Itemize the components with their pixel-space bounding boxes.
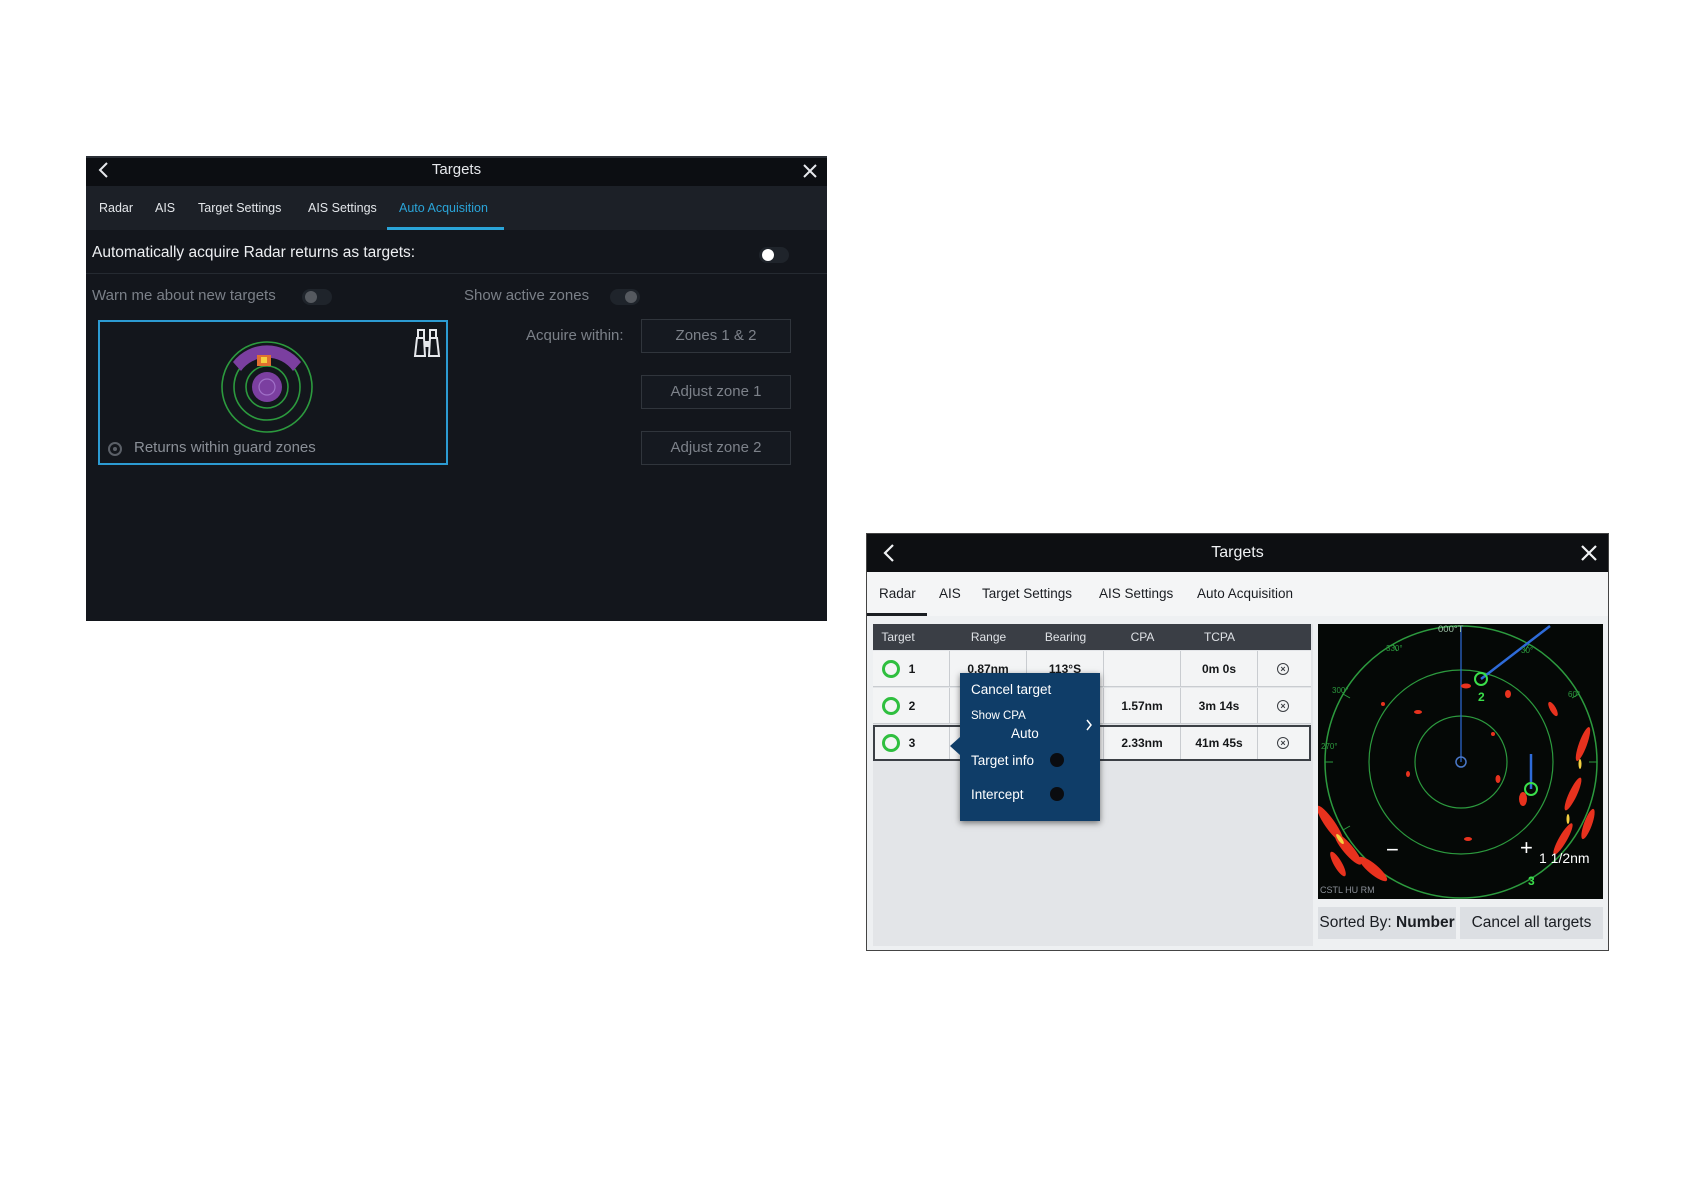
radar-target-label: 2 bbox=[1478, 690, 1485, 704]
tab-auto-acquisition[interactable]: Auto Acquisition bbox=[1197, 572, 1293, 616]
target-cpa bbox=[1104, 651, 1180, 687]
cancel-all-targets-button[interactable]: Cancel all targets bbox=[1460, 907, 1603, 939]
target-tcpa: 3m 14s bbox=[1198, 699, 1240, 713]
auto-acquire-label: Automatically acquire Radar returns as t… bbox=[92, 244, 416, 261]
tab-ais[interactable]: AIS bbox=[155, 186, 175, 230]
tab-ais-settings[interactable]: AIS Settings bbox=[308, 186, 377, 230]
cancel-target-icon[interactable]: × bbox=[1277, 663, 1289, 675]
acquire-within-label: Acquire within: bbox=[526, 327, 624, 344]
target-ring-icon bbox=[882, 734, 900, 752]
target-number: 3 bbox=[908, 736, 916, 750]
range-label: 1 1/2nm bbox=[1539, 850, 1590, 866]
warn-new-targets-label: Warn me about new targets bbox=[92, 287, 276, 304]
close-icon[interactable] bbox=[802, 163, 818, 179]
binoculars-icon[interactable] bbox=[411, 326, 443, 360]
auto-acquisition-dialog: Targets Radar AIS Target Settings AIS Se… bbox=[86, 156, 827, 621]
zoom-in-button[interactable]: + bbox=[1520, 837, 1533, 859]
target-number: 2 bbox=[908, 699, 916, 713]
target-context-menu: Cancel target Show CPA Auto Target info … bbox=[950, 673, 1100, 821]
divider bbox=[86, 273, 827, 274]
guard-zone-diagram bbox=[221, 341, 313, 433]
warn-new-targets-toggle[interactable] bbox=[302, 289, 332, 305]
column-header-bearing: Bearing bbox=[1044, 630, 1087, 644]
cancel-target-icon[interactable]: × bbox=[1277, 737, 1289, 749]
toggle-knob bbox=[305, 291, 317, 303]
column-header-tcpa: TCPA bbox=[1203, 630, 1236, 644]
bearing-label: 30° bbox=[1521, 646, 1534, 655]
adjust-zone-1-button[interactable]: Adjust zone 1 bbox=[641, 375, 791, 409]
close-icon[interactable] bbox=[1580, 544, 1598, 562]
tab-auto-acquisition[interactable]: Auto Acquisition bbox=[399, 186, 488, 230]
chevron-right-icon bbox=[1086, 719, 1092, 731]
show-active-zones-label: Show active zones bbox=[464, 287, 590, 304]
target-tcpa: 41m 45s bbox=[1195, 736, 1243, 750]
dialog-title: Targets bbox=[1211, 544, 1264, 561]
column-header-range: Range bbox=[970, 630, 1007, 644]
guard-zones-label: Returns within guard zones bbox=[134, 439, 316, 456]
bearing-label: 60° bbox=[1568, 690, 1581, 699]
show-cpa-value: Auto bbox=[1011, 726, 1039, 741]
bearing-label: 300° bbox=[1332, 686, 1349, 695]
active-tab-indicator bbox=[387, 227, 504, 230]
column-header-target: Target bbox=[881, 630, 915, 644]
tab-radar[interactable]: Radar bbox=[99, 186, 133, 230]
intercept-toggle[interactable] bbox=[1050, 787, 1064, 801]
adjust-zone-2-button[interactable]: Adjust zone 2 bbox=[641, 431, 791, 465]
radar-targets-dialog: Targets Radar AIS Target Settings AIS Se… bbox=[866, 533, 1609, 951]
tab-target-settings[interactable]: Target Settings bbox=[198, 186, 281, 230]
tab-radar[interactable]: Radar bbox=[879, 572, 916, 616]
bearing-label: 330° bbox=[1386, 644, 1403, 653]
menu-item-target-info[interactable]: Target info bbox=[971, 753, 1034, 768]
sorted-by-label: Sorted By: bbox=[1319, 914, 1392, 931]
target-info-toggle[interactable] bbox=[1050, 753, 1064, 767]
show-active-zones-toggle[interactable] bbox=[610, 289, 640, 305]
radar-mode-label: CSTL HU RM bbox=[1320, 885, 1375, 895]
menu-pointer bbox=[950, 737, 960, 755]
active-tab-indicator bbox=[867, 613, 927, 616]
menu-item-cancel-target[interactable]: Cancel target bbox=[971, 682, 1051, 697]
target-tcpa: 0m 0s bbox=[1201, 662, 1237, 676]
target-ring-icon bbox=[882, 697, 900, 715]
zoom-out-button[interactable]: − bbox=[1386, 839, 1399, 861]
toggle-knob bbox=[625, 291, 637, 303]
tab-ais[interactable]: AIS bbox=[939, 572, 961, 616]
bearing-label: 270° bbox=[1321, 742, 1338, 751]
heading-label: 000°T bbox=[1438, 624, 1464, 635]
toggle-knob bbox=[762, 249, 774, 261]
menu-item-intercept[interactable]: Intercept bbox=[971, 787, 1024, 802]
target-number: 1 bbox=[908, 662, 916, 676]
auto-acquire-toggle[interactable] bbox=[759, 247, 789, 263]
target-ring-icon bbox=[882, 660, 900, 678]
sort-button[interactable]: Sorted By: Number bbox=[1318, 907, 1456, 939]
dialog-title: Targets bbox=[431, 161, 482, 178]
radio-button-icon[interactable] bbox=[108, 442, 122, 456]
tab-target-settings[interactable]: Target Settings bbox=[982, 572, 1072, 616]
guard-zones-option[interactable]: Returns within guard zones bbox=[98, 320, 448, 465]
acquire-within-button[interactable]: Zones 1 & 2 bbox=[641, 319, 791, 353]
chevron-left-icon[interactable] bbox=[96, 161, 112, 179]
radar-target-label: 3 bbox=[1528, 874, 1535, 888]
sorted-by-value: Number bbox=[1396, 914, 1455, 931]
target-cpa: 2.33nm bbox=[1121, 736, 1163, 750]
radar-display[interactable]: 000°T 330° 30° 300° 60° 270° 2 3 − + 1 1… bbox=[1318, 624, 1603, 899]
cancel-target-icon[interactable]: × bbox=[1277, 700, 1289, 712]
chevron-left-icon[interactable] bbox=[881, 543, 897, 563]
tab-ais-settings[interactable]: AIS Settings bbox=[1099, 572, 1173, 616]
menu-item-show-cpa[interactable]: Show CPA bbox=[971, 710, 1026, 722]
column-header-cpa: CPA bbox=[1130, 630, 1155, 644]
target-cpa: 1.57nm bbox=[1121, 699, 1163, 713]
